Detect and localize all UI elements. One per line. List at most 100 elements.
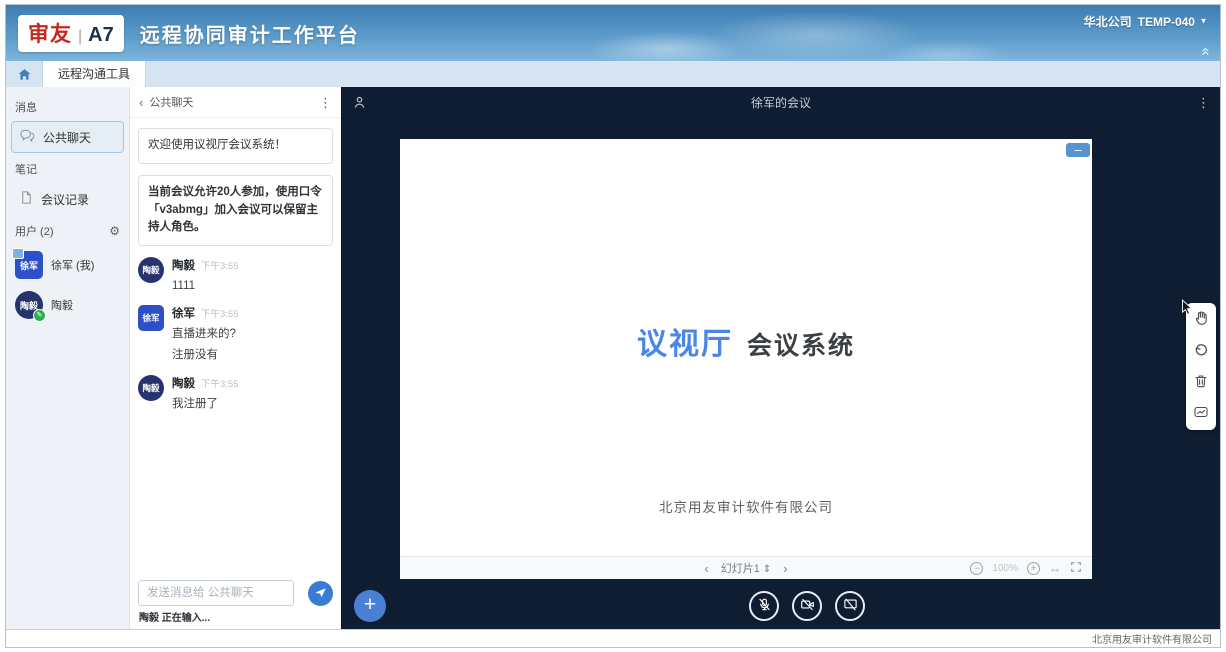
- sidebar-item-public-chat[interactable]: 公共聊天: [11, 121, 124, 153]
- mic-off-icon: [757, 597, 772, 615]
- hand-icon: [1193, 310, 1210, 330]
- meeting-header: 徐军的会议 ⋮: [342, 87, 1220, 117]
- hand-tool-button[interactable]: [1192, 311, 1210, 329]
- next-slide-icon[interactable]: ›: [783, 562, 787, 575]
- message-time: 下午3:55: [201, 261, 239, 272]
- av-control-bar: [749, 591, 865, 621]
- slide-number-label[interactable]: 幻灯片1 ⇕: [721, 560, 772, 576]
- sidebar-item-label: 会议记录: [41, 191, 89, 208]
- message-author: 陶毅下午3:55: [172, 375, 239, 391]
- trash-icon: [1193, 373, 1209, 392]
- app-window: 审友 | A7 远程协同审计工作平台 华北公司 TEMP-040 ▾ « 远程沟…: [0, 0, 1226, 652]
- minimize-slide-button[interactable]: –: [1066, 143, 1090, 157]
- screen-share-off-button[interactable]: [835, 591, 865, 621]
- slide-control-bar: ‹ 幻灯片1 ⇕ › − 100% + ↔: [400, 556, 1092, 579]
- tab-remote-communication[interactable]: 远程沟通工具: [42, 59, 146, 87]
- account-menu[interactable]: 华北公司 TEMP-040 ▾: [1084, 13, 1206, 30]
- document-icon: [19, 190, 34, 208]
- slide-stepper-icon[interactable]: ⇕: [763, 564, 771, 575]
- avatar: 陶毅: [138, 375, 164, 401]
- message-text: 我注册了: [172, 396, 239, 412]
- slide-viewer: – 议视厅会议系统 北京用友审计软件有限公司 ‹ 幻灯片1 ⇕ › −: [400, 139, 1092, 579]
- avatar: 陶毅: [138, 257, 164, 283]
- user-name: 陶毅: [51, 297, 73, 313]
- chat-panel: ‹ 公共聊天 ⋮ 欢迎使用议视厅会议系统！ 当前会议允许20人参加，使用口令「v…: [130, 87, 342, 629]
- avatar-text: 陶毅: [142, 382, 159, 394]
- notes-section-label: 笔记: [15, 161, 120, 177]
- camera-off-button[interactable]: [792, 591, 822, 621]
- message-input[interactable]: [138, 580, 294, 606]
- users-section-header: 用户 (2) ⚙: [15, 223, 120, 239]
- undo-button[interactable]: [1192, 342, 1210, 360]
- home-icon[interactable]: [16, 66, 32, 82]
- avatar-text: 陶毅: [142, 264, 159, 276]
- user-list-item-taoyi[interactable]: 陶毅 ✎ 陶毅: [15, 291, 120, 319]
- clear-button[interactable]: [1192, 373, 1210, 391]
- mic-off-button[interactable]: [749, 591, 779, 621]
- message-time: 下午3:55: [201, 309, 239, 320]
- zoom-level: 100%: [992, 563, 1018, 574]
- system-message: 当前会议允许20人参加，使用口令「v3abmg」加入会议可以保留主持人角色。: [138, 175, 333, 246]
- user-list-item-xujun[interactable]: 徐军 徐军 (我): [15, 251, 120, 279]
- chat-message-list: 欢迎使用议视厅会议系统！ 当前会议允许20人参加，使用口令「v3abmg」加入会…: [130, 118, 341, 574]
- tab-bar: 远程沟通工具: [6, 61, 1220, 87]
- meeting-area: 徐军的会议 ⋮ – 议视厅会议系统 北京用友审计软件有限公司 ‹ 幻灯片1 ⇕ …: [342, 87, 1220, 629]
- chart-tool-button[interactable]: [1192, 404, 1210, 422]
- chat-header: ‹ 公共聊天 ⋮: [130, 87, 341, 118]
- messages-section-label: 消息: [15, 99, 120, 115]
- users-section-label: 用户 (2): [15, 223, 54, 239]
- app-logo: 审友 | A7: [18, 15, 124, 52]
- chat-message: 陶毅 陶毅下午3:55 我注册了: [138, 375, 333, 412]
- screen-share-off-icon: [843, 597, 858, 615]
- host-badge-icon: [12, 248, 24, 259]
- send-button[interactable]: [308, 581, 333, 606]
- footer-company: 北京用友审计软件有限公司: [1092, 631, 1212, 646]
- page-title: 远程协同审计工作平台: [140, 19, 360, 48]
- message-text: 1111: [172, 278, 239, 294]
- logo-brand: 审友: [28, 18, 72, 48]
- meeting-menu-icon[interactable]: ⋮: [1197, 96, 1210, 109]
- slide-canvas[interactable]: 议视厅会议系统 北京用友审计软件有限公司: [400, 139, 1092, 556]
- sidebar-item-label: 公共聊天: [43, 129, 91, 146]
- main-content: 消息 公共聊天 笔记 会议记录 用户 (2) ⚙ 徐军: [6, 87, 1220, 629]
- slide-company-line: 北京用友审计软件有限公司: [400, 496, 1092, 516]
- chevron-down-icon: ▾: [1201, 16, 1206, 27]
- gear-icon[interactable]: ⚙: [109, 224, 120, 238]
- chat-input-area: 陶毅 正在输入...: [130, 574, 341, 629]
- fullscreen-icon[interactable]: [1070, 561, 1082, 576]
- avatar: 陶毅 ✎: [15, 291, 43, 319]
- paper-plane-icon: [314, 586, 327, 602]
- camera-off-icon: [800, 597, 815, 615]
- prev-slide-icon[interactable]: ‹: [704, 562, 708, 575]
- chat-menu-icon[interactable]: ⋮: [319, 96, 332, 109]
- logo-product: A7: [88, 24, 114, 47]
- avatar: 徐军: [138, 305, 164, 331]
- participant-icon[interactable]: [352, 95, 367, 110]
- message-text: 注册没有: [172, 347, 239, 363]
- sidebar: 消息 公共聊天 笔记 会议记录 用户 (2) ⚙ 徐军: [6, 87, 130, 629]
- sidebar-item-meeting-notes[interactable]: 会议记录: [11, 183, 124, 215]
- collapse-header-icon[interactable]: «: [1198, 47, 1213, 55]
- typing-indicator: 陶毅 正在输入...: [139, 609, 333, 624]
- logo-separator: |: [78, 28, 82, 46]
- slide-brand-text: 议视厅: [637, 328, 733, 361]
- zoom-out-icon[interactable]: −: [970, 562, 983, 575]
- add-content-button[interactable]: +: [354, 590, 386, 622]
- whiteboard-toolbar: [1186, 303, 1216, 430]
- message-author: 徐军下午3:55: [172, 305, 239, 321]
- chat-title: 公共聊天: [149, 94, 193, 110]
- message-time: 下午3:55: [201, 379, 239, 390]
- meeting-title: 徐军的会议: [342, 94, 1220, 111]
- fit-width-icon[interactable]: ↔: [1049, 561, 1061, 575]
- message-text: 直播进来的?: [172, 326, 239, 342]
- zoom-in-icon[interactable]: +: [1027, 562, 1040, 575]
- back-chevron-icon[interactable]: ‹: [139, 96, 143, 109]
- avatar-text: 徐军: [142, 312, 159, 324]
- app-footer: 北京用友审计软件有限公司: [6, 629, 1220, 647]
- system-message: 欢迎使用议视厅会议系统！: [138, 128, 333, 164]
- avatar-text: 徐军: [20, 259, 38, 272]
- chat-message: 徐军 徐军下午3:55 直播进来的? 注册没有: [138, 305, 333, 363]
- avatar: 徐军: [15, 251, 43, 279]
- typing-badge-icon: ✎: [33, 309, 46, 322]
- company-name: 华北公司: [1084, 13, 1132, 30]
